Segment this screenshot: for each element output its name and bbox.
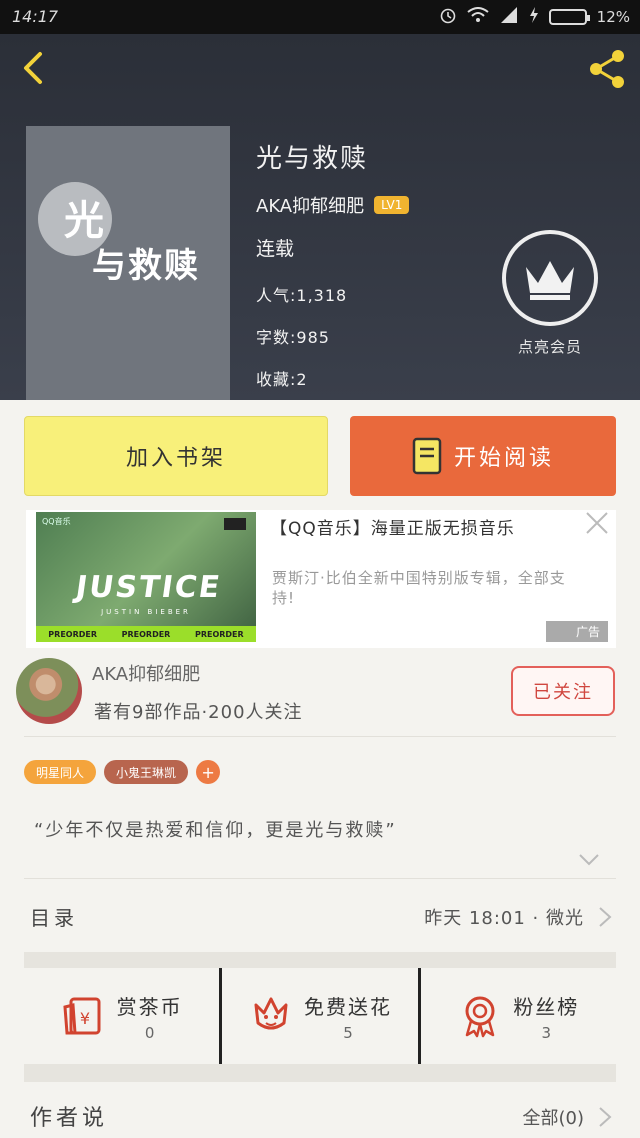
author-says-row[interactable]: 作者说 全部(0) [0, 1084, 640, 1138]
stat-label: 粉丝榜 [513, 994, 580, 1019]
stat-label: 免费送花 [303, 994, 392, 1019]
author-works: 著有9部作品·200人关注 [94, 702, 303, 723]
author-says-label: 作者说 [30, 1106, 109, 1131]
word-count: 字数:985 [256, 328, 330, 347]
ad-title[interactable]: 【QQ音乐】海量正版无损音乐 [270, 514, 570, 539]
stat-value: 3 [541, 1023, 552, 1042]
charging-icon [529, 7, 539, 27]
signal-icon [499, 7, 519, 27]
author-card[interactable]: AKA抑郁细肥 著有9部作品·200人关注 已关注 [0, 656, 640, 734]
author-says-all[interactable]: 全部(0) [523, 1104, 585, 1130]
book-header: 光 与救赎 光与救赎 AKA抑郁细肥 LV1 连载 人气:1,318 字数:98… [0, 34, 640, 400]
preorder-text: PREORDER [121, 629, 171, 639]
chevron-down-icon [579, 854, 599, 866]
share-button[interactable] [584, 46, 630, 92]
book-cover[interactable]: 光 与救赎 [26, 126, 230, 400]
chevron-right-icon [599, 907, 612, 927]
serial-status: 连载 [256, 238, 295, 260]
section-separator [24, 952, 616, 968]
start-reading-label: 开始阅读 [453, 446, 554, 471]
ad-image[interactable]: QQ音乐 JUSTICE JUSTIN BIEBER PREORDER PREO… [36, 512, 256, 642]
ad-banner[interactable]: QQ音乐 JUSTICE JUSTIN BIEBER PREORDER PREO… [26, 510, 616, 648]
preorder-text: PREORDER [194, 629, 244, 639]
preorder-text: PREORDER [48, 629, 98, 639]
table-of-contents-row[interactable]: 目录 昨天 18:01 · 微光 [0, 880, 640, 952]
stat-value: 0 [144, 1023, 155, 1042]
divider [24, 736, 616, 737]
status-bar: 14:17 12% [0, 0, 640, 34]
battery-icon [548, 9, 590, 25]
author-row[interactable]: AKA抑郁细肥 LV1 [256, 192, 410, 218]
book-title: 光与救赎 [256, 144, 369, 174]
tag-item[interactable]: 明星同人 [24, 760, 97, 784]
tag-item[interactable]: 小鬼王琳凯 [104, 760, 189, 784]
preorder-strip: PREORDER PREORDER PREORDER [36, 626, 256, 642]
follow-button[interactable]: 已关注 [511, 666, 615, 716]
stat-fan-rank[interactable]: 粉丝榜 3 [417, 968, 616, 1064]
status-time: 14:17 [12, 7, 59, 26]
latest-chapter[interactable]: 昨天 18:01 · 微光 [424, 904, 584, 930]
book-icon [412, 437, 442, 475]
vip-label[interactable]: 点亮会员 [500, 336, 600, 357]
stats-row: ¥ 赏茶币 0 免费送花 5 粉丝榜 3 [24, 968, 616, 1064]
cover-text-2: 与救赎 [92, 246, 200, 286]
wifi-icon [467, 7, 489, 27]
book-quote: “少年不仅是热爱和信仰，更是光与救赎” [34, 820, 397, 841]
alarm-icon [439, 6, 457, 28]
vip-button[interactable] [502, 230, 598, 326]
author-name[interactable]: AKA抑郁细肥 [256, 192, 364, 218]
tag-list: 明星同人 小鬼王琳凯 + [24, 760, 221, 784]
start-reading-button[interactable]: 开始阅读 [350, 416, 616, 496]
stat-free-flower[interactable]: 免费送花 5 [219, 968, 417, 1064]
favorites-count: 收藏:2 [256, 370, 308, 389]
add-to-shelf-button[interactable]: 加入书架 [24, 416, 328, 496]
divider [24, 878, 616, 879]
ad-brand: QQ音乐 [42, 517, 71, 526]
ad-description: 贾斯汀·比伯全新中国特别版专辑，全部支持! [272, 569, 566, 607]
author-card-name[interactable]: AKA抑郁细肥 [92, 660, 200, 686]
add-tag-button[interactable]: + [196, 760, 221, 784]
back-arrow-icon [24, 52, 42, 84]
stat-tea-coin[interactable]: ¥ 赏茶币 0 [24, 968, 219, 1064]
level-badge: LV1 [374, 196, 410, 214]
popularity: 人气:1,318 [256, 286, 348, 305]
medal-icon [465, 996, 495, 1038]
avatar[interactable] [16, 658, 82, 724]
ad-close-button[interactable] [584, 510, 610, 536]
flower-icon [254, 997, 288, 1030]
stat-value: 5 [343, 1023, 353, 1042]
advisory-label [224, 518, 246, 530]
svg-text:¥: ¥ [80, 1009, 90, 1028]
stat-label: 赏茶币 [116, 994, 183, 1019]
red-envelope-icon: ¥ [63, 997, 101, 1035]
chevron-right-icon [599, 1107, 612, 1127]
section-separator [24, 1064, 616, 1082]
expand-button[interactable] [578, 852, 600, 866]
crown-icon [526, 261, 574, 300]
ad-image-word: JUSTICE [73, 570, 224, 605]
close-icon [586, 512, 608, 534]
ad-image-artist: JUSTIN BIEBER [101, 608, 191, 616]
battery-percent: 12% [596, 8, 630, 26]
back-button[interactable] [14, 48, 54, 88]
ad-tag: 广告 [545, 621, 608, 642]
toc-label: 目录 [30, 906, 78, 930]
share-icon [590, 50, 624, 88]
